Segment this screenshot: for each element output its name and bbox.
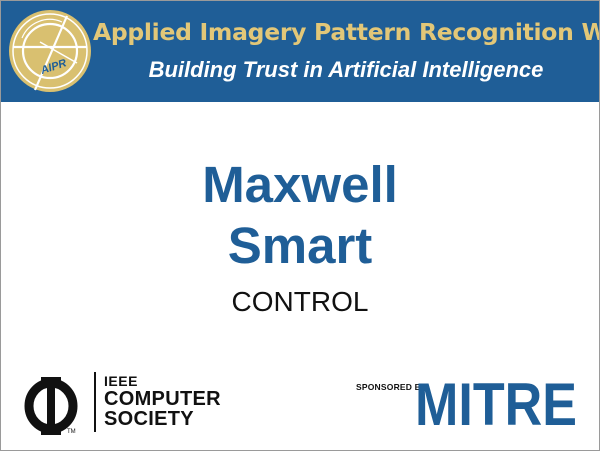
- mitre-wordmark: MITRE: [415, 371, 577, 429]
- workshop-subtitle: Building Trust in Artificial Intelligenc…: [148, 57, 544, 82]
- cs-line-ieee: IEEE: [104, 373, 138, 389]
- computer-society-wordmark: IEEE COMPUTER SOCIETY: [104, 373, 221, 429]
- cs-line-computer: COMPUTER: [104, 388, 221, 410]
- attendee-affiliation: CONTROL: [231, 286, 369, 317]
- ieee-computer-society-logo: [24, 377, 78, 435]
- logo-divider: [94, 372, 96, 432]
- workshop-title: Applied Imagery Pattern Recognition Work…: [93, 18, 599, 46]
- attendee-first-name: Maxwell: [202, 156, 398, 213]
- attendee-last-name: Smart: [227, 217, 373, 274]
- name-badge: AIPR Applied Imagery Pattern Recognition…: [0, 0, 600, 451]
- cs-line-society: SOCIETY: [104, 408, 194, 430]
- badge-header: AIPR Applied Imagery Pattern Recognition…: [1, 1, 599, 102]
- trademark-mark: TM: [67, 429, 76, 435]
- aipr-seal-icon: AIPR: [9, 10, 91, 92]
- mitre-logo: MITRE: [415, 371, 577, 429]
